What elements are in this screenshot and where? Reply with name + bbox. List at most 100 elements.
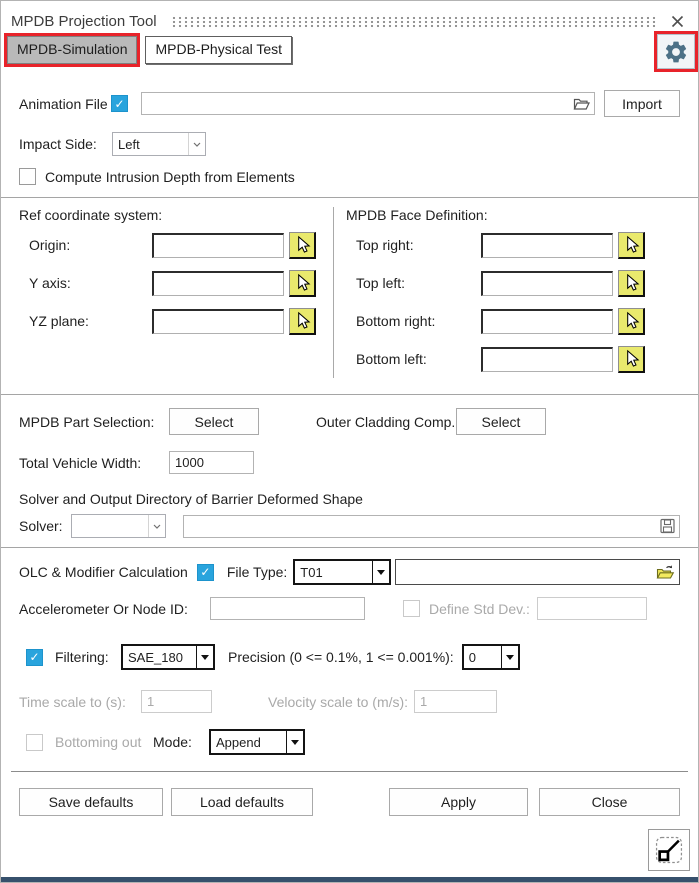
cladding-select-button[interactable]: Select: [456, 408, 546, 435]
save-disk-icon[interactable]: [660, 519, 675, 534]
y-axis-pick-button[interactable]: [289, 270, 316, 297]
animation-file-checkbox[interactable]: [111, 95, 128, 112]
file-type-select[interactable]: T01: [293, 559, 391, 585]
window-bottom-edge: [1, 877, 698, 882]
tab-bar: MPDB-Simulation MPDB-Physical Test: [7, 36, 698, 64]
chevron-down-icon: [148, 515, 165, 537]
dropdown-triangle-icon: [372, 561, 389, 583]
output-directory-input[interactable]: [183, 515, 680, 538]
impact-side-select[interactable]: Left: [112, 132, 206, 156]
file-type-value: T01: [295, 561, 372, 583]
window-title: MPDB Projection Tool: [11, 13, 157, 30]
dropdown-triangle-icon: [286, 731, 303, 753]
vehicle-width-label: Total Vehicle Width:: [19, 455, 169, 471]
solver-value: [72, 515, 148, 537]
std-dev-label: Define Std Dev.:: [429, 601, 530, 617]
origin-input[interactable]: [152, 233, 284, 258]
load-defaults-button[interactable]: Load defaults: [171, 788, 313, 816]
olc-checkbox[interactable]: [197, 564, 214, 581]
bottom-right-input[interactable]: [481, 309, 613, 334]
velocity-scale-input: [414, 690, 497, 713]
time-scale-label: Time scale to (s):: [19, 694, 138, 710]
footer-buttons: Save defaults Load defaults Apply Close: [1, 788, 698, 816]
solver-label: Solver:: [19, 518, 71, 534]
output-directory-field: [183, 515, 680, 538]
cursor-pick-icon: [622, 349, 641, 368]
column-divider: [333, 207, 334, 378]
cursor-pick-icon: [293, 235, 312, 254]
title-bar: MPDB Projection Tool: [1, 1, 698, 32]
filtering-select[interactable]: SAE_180: [121, 644, 215, 670]
part-selection-section: MPDB Part Selection: Select Outer Claddi…: [1, 395, 698, 547]
bottoming-out-label: Bottoming out: [55, 734, 151, 750]
olc-file-field: [395, 559, 680, 585]
bottom-left-input[interactable]: [481, 347, 613, 372]
bottom-right-pick-button[interactable]: [618, 308, 645, 335]
bottom-left-pick-button[interactable]: [618, 346, 645, 373]
animation-file-field: [141, 92, 595, 115]
gear-icon: [663, 39, 689, 65]
accelerometer-label: Accelerometer Or Node ID:: [19, 601, 210, 617]
top-right-label: Top right:: [346, 237, 481, 253]
file-type-label: File Type:: [227, 564, 287, 580]
top-right-input[interactable]: [481, 233, 613, 258]
cursor-pick-icon: [622, 311, 641, 330]
settings-button[interactable]: [657, 34, 695, 69]
impact-side-label: Impact Side:: [19, 136, 112, 152]
velocity-scale-label: Velocity scale to (m/s):: [268, 694, 411, 710]
top-right-pick-button[interactable]: [618, 232, 645, 259]
origin-pick-button[interactable]: [289, 232, 316, 259]
input-section: Animation File Import Impact Side: Left …: [1, 64, 698, 197]
close-button[interactable]: Close: [539, 788, 680, 816]
dropdown-triangle-icon: [501, 646, 518, 668]
part-selection-label: MPDB Part Selection:: [19, 414, 169, 430]
compute-intrusion-checkbox[interactable]: [19, 168, 36, 185]
cursor-pick-icon: [622, 235, 641, 254]
save-defaults-button[interactable]: Save defaults: [19, 788, 163, 816]
resize-window-icon: [655, 836, 683, 864]
solver-select[interactable]: [71, 514, 166, 538]
olc-label: OLC & Modifier Calculation: [19, 564, 188, 580]
bottoming-out-checkbox[interactable]: [26, 734, 43, 751]
apply-button[interactable]: Apply: [389, 788, 528, 816]
face-definition-title: MPDB Face Definition:: [346, 207, 680, 223]
coordinates-section: Ref coordinate system: Origin: Y axis: Y…: [1, 198, 698, 394]
filtering-label: Filtering:: [55, 649, 121, 665]
precision-select[interactable]: 0: [462, 644, 520, 670]
animation-file-input[interactable]: [141, 92, 595, 115]
std-dev-input: [537, 597, 647, 620]
filtering-checkbox[interactable]: [26, 649, 43, 666]
bottom-left-label: Bottom left:: [346, 351, 481, 367]
dropdown-triangle-icon: [196, 646, 213, 668]
solver-section-title: Solver and Output Directory of Barrier D…: [19, 491, 680, 507]
tab-mpdb-physical-test[interactable]: MPDB-Physical Test: [145, 36, 292, 64]
precision-label: Precision (0 <= 0.1%, 1 <= 0.001%):: [228, 649, 454, 665]
top-left-pick-button[interactable]: [618, 270, 645, 297]
vehicle-width-input[interactable]: [169, 451, 254, 474]
cladding-label: Outer Cladding Comp.:: [316, 414, 456, 430]
part-select-button[interactable]: Select: [169, 408, 259, 435]
top-left-label: Top left:: [346, 275, 481, 291]
std-dev-checkbox[interactable]: [403, 600, 420, 617]
precision-value: 0: [464, 646, 501, 668]
yz-plane-input[interactable]: [152, 309, 284, 334]
yz-plane-pick-button[interactable]: [289, 308, 316, 335]
footer-divider: [11, 771, 688, 772]
drag-handle[interactable]: [171, 15, 658, 29]
top-left-input[interactable]: [481, 271, 613, 296]
resize-window-button[interactable]: [648, 829, 690, 871]
folder-icon[interactable]: [573, 97, 590, 111]
mode-select[interactable]: Append: [209, 729, 305, 755]
olc-section: OLC & Modifier Calculation File Type: T0…: [1, 548, 698, 755]
impact-side-value: Left: [113, 133, 188, 155]
filtering-value: SAE_180: [123, 646, 196, 668]
tab-mpdb-simulation[interactable]: MPDB-Simulation: [7, 36, 137, 64]
import-button[interactable]: Import: [604, 90, 680, 117]
chevron-down-icon: [188, 133, 205, 155]
y-axis-input[interactable]: [152, 271, 284, 296]
close-icon[interactable]: [668, 12, 686, 30]
folder-open-icon[interactable]: [656, 564, 675, 581]
face-definition-group: MPDB Face Definition: Top right: Top lef…: [346, 207, 680, 384]
accelerometer-input[interactable]: [210, 597, 365, 620]
olc-file-input[interactable]: [395, 559, 680, 585]
